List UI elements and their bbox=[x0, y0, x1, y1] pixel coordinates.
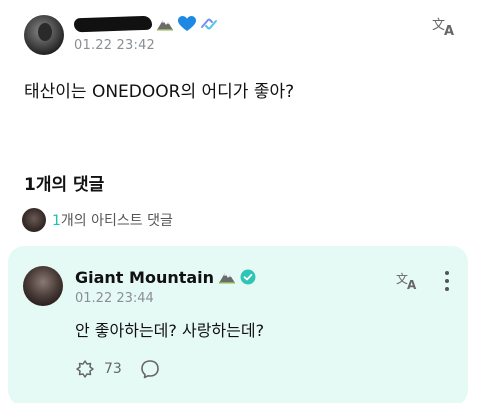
post-body: 태산이는 ONEDOOR의 어디가 좋아? bbox=[24, 82, 295, 102]
author-name-row[interactable] bbox=[73, 13, 218, 35]
verified-icon bbox=[240, 269, 256, 285]
artist-comments-suffix: 개의 아티스트 댓글 bbox=[60, 213, 173, 229]
comments-title: 1개의 댓글 bbox=[24, 175, 105, 195]
post-header: 01.22 23:42 文 A bbox=[24, 13, 464, 57]
mountain-icon bbox=[157, 20, 173, 31]
svg-text:A: A bbox=[407, 278, 417, 290]
mountain-icon bbox=[219, 273, 236, 284]
artist-comments-label: 1개의 아티스트 댓글 bbox=[52, 210, 173, 230]
like-count: 73 bbox=[104, 361, 122, 377]
commenter-row[interactable]: Giant Mountain bbox=[75, 266, 256, 288]
translate-icon[interactable]: 文 A bbox=[396, 270, 420, 290]
comment-text: 안 좋아하는데? 사랑하는데? bbox=[75, 321, 265, 340]
loop-icon bbox=[201, 18, 217, 30]
artist-comment-card: Giant Mountain 01.22 23:44 안 좋아하는데? 사랑하는… bbox=[8, 246, 468, 403]
more-vertical-icon[interactable] bbox=[444, 270, 450, 292]
author-avatar[interactable] bbox=[24, 15, 64, 55]
artist-comment-count: 1 bbox=[52, 213, 61, 229]
comment-timestamp: 01.22 23:44 bbox=[75, 291, 154, 306]
post-timestamp: 01.22 23:42 bbox=[74, 38, 156, 53]
blue-heart-icon bbox=[178, 16, 196, 31]
redacted-username bbox=[73, 15, 153, 33]
translate-icon[interactable]: 文 A bbox=[432, 15, 458, 37]
like-icon[interactable] bbox=[74, 358, 96, 380]
comment-actions: 73 bbox=[74, 358, 160, 380]
svg-text:A: A bbox=[444, 24, 454, 37]
reply-icon[interactable] bbox=[140, 359, 160, 379]
commenter-name: Giant Mountain bbox=[75, 267, 215, 287]
artist-comments-filter[interactable]: 1개의 아티스트 댓글 bbox=[22, 207, 173, 233]
commenter-avatar[interactable] bbox=[23, 266, 63, 306]
artist-avatar bbox=[22, 208, 46, 232]
